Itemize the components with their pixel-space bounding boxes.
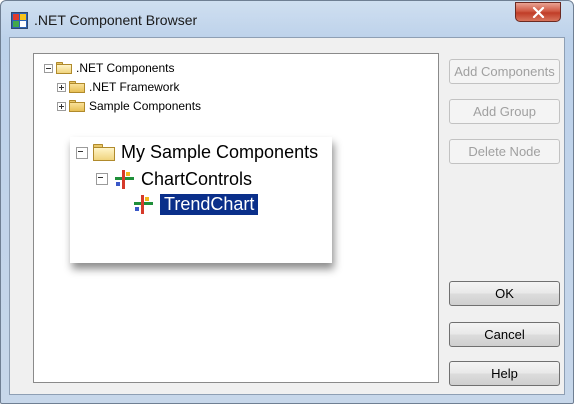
collapse-icon[interactable] <box>76 146 88 159</box>
component-tree[interactable]: .NET Components .NET Framework Sample Co… <box>33 53 439 383</box>
tree-node-label: My Sample Components <box>121 142 319 162</box>
tree-node-label: .NET Components <box>76 61 175 75</box>
folder-icon <box>56 61 72 75</box>
close-icon <box>532 7 545 18</box>
component-icon <box>113 168 135 190</box>
tree-node-label-selected: TrendChart <box>160 193 259 215</box>
window-title: .NET Component Browser <box>34 12 198 28</box>
title-bar[interactable]: .NET Component Browser <box>1 1 573 37</box>
expand-icon[interactable] <box>57 101 66 111</box>
folder-icon <box>69 80 85 94</box>
tree-node-net-framework[interactable]: .NET Framework <box>57 80 179 94</box>
tree-node-sample-components[interactable]: Sample Components <box>57 99 201 113</box>
tree-node-trend-chart[interactable]: TrendChart <box>132 193 259 215</box>
expand-icon[interactable] <box>57 82 66 92</box>
component-icon <box>132 193 154 215</box>
close-button[interactable] <box>515 2 561 22</box>
add-group-button[interactable]: Add Group <box>449 99 560 124</box>
tree-node-chart-controls[interactable]: ChartControls <box>96 168 252 190</box>
ok-button[interactable]: OK <box>449 281 560 306</box>
app-icon <box>11 12 28 29</box>
dialog-body: .NET Components .NET Framework Sample Co… <box>9 37 565 395</box>
help-button[interactable]: Help <box>449 361 560 386</box>
tree-node-root[interactable]: .NET Components <box>44 61 175 75</box>
collapse-icon[interactable] <box>44 63 53 73</box>
tree-node-label: .NET Framework <box>89 80 180 94</box>
folder-icon <box>69 99 85 113</box>
dialog-window: .NET Component Browser .NET Components .… <box>0 0 574 404</box>
tree-node-my-sample-components[interactable]: My Sample Components <box>76 142 318 163</box>
tree-node-label: ChartControls <box>141 168 253 189</box>
cancel-button[interactable]: Cancel <box>449 322 560 347</box>
delete-node-button[interactable]: Delete Node <box>449 139 560 164</box>
zoomed-tree-callout: My Sample Components ChartControls Trend… <box>70 137 332 263</box>
tree-node-label: Sample Components <box>89 99 202 113</box>
collapse-icon[interactable] <box>96 173 108 185</box>
add-components-button[interactable]: Add Components <box>449 59 560 84</box>
folder-icon <box>93 143 115 162</box>
